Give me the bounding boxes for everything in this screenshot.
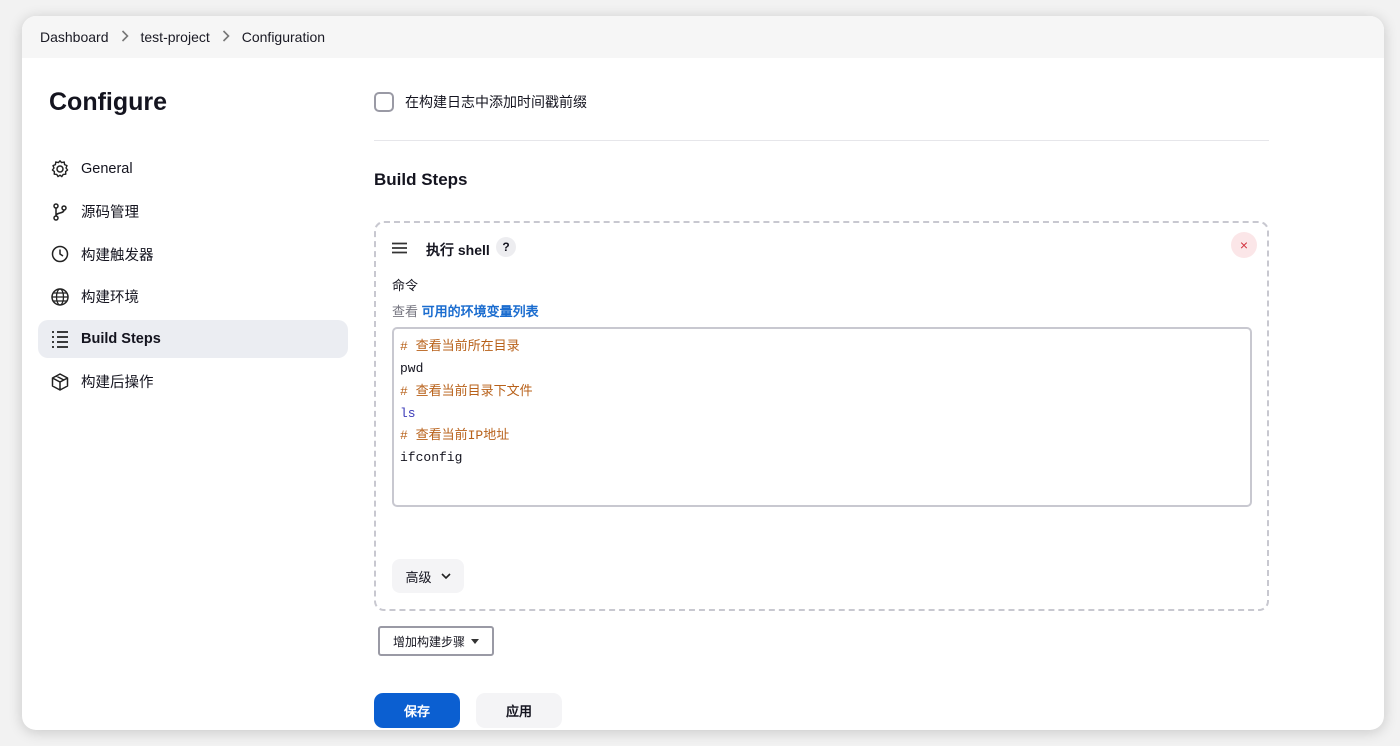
timer-icon bbox=[50, 244, 70, 264]
delete-step-button[interactable]: × bbox=[1231, 232, 1257, 258]
sidebar-item-general[interactable]: General bbox=[38, 150, 348, 188]
step-title: 执行 shell bbox=[426, 242, 490, 258]
sidebar-item-build-steps[interactable]: Build Steps bbox=[38, 320, 348, 358]
bottom-action-bar: 保存 应用 bbox=[374, 680, 1274, 730]
code-line: ifconfig bbox=[400, 450, 463, 466]
advanced-button[interactable]: 高级 bbox=[392, 559, 464, 593]
add-build-step-label: 增加构建步骤 bbox=[392, 634, 465, 649]
section-divider bbox=[374, 140, 1269, 141]
env-vars-prefix: 查看 bbox=[392, 304, 419, 319]
sidebar-item-label: Build Steps bbox=[81, 331, 161, 347]
package-icon bbox=[50, 372, 70, 392]
breadcrumb-configuration[interactable]: Configuration bbox=[242, 29, 325, 45]
git-branch-icon bbox=[50, 202, 70, 222]
timestamp-checkbox[interactable] bbox=[374, 92, 394, 112]
command-label: 命令 bbox=[392, 278, 419, 293]
save-button[interactable]: 保存 bbox=[374, 693, 460, 728]
code-line: # 查看当前目录下文件 bbox=[400, 383, 533, 399]
env-vars-hint: 查看 可用的环境变量列表 bbox=[392, 301, 539, 320]
gear-icon bbox=[50, 159, 70, 179]
breadcrumb: Dashboard test-project Configuration bbox=[22, 16, 1384, 58]
chevron-down-icon bbox=[440, 572, 451, 580]
help-icon[interactable]: ? bbox=[496, 237, 516, 257]
code-line: # 查看当前IP地址 bbox=[400, 428, 510, 444]
main-content: 在构建日志中添加时间戳前缀 Build Steps 执行 shell ? × 命… bbox=[374, 58, 1274, 730]
env-vars-link[interactable]: 可用的环境变量列表 bbox=[422, 304, 539, 319]
chevron-right-icon bbox=[121, 29, 129, 45]
timestamp-option: 在构建日志中添加时间戳前缀 bbox=[374, 92, 587, 112]
add-build-step-button[interactable]: 增加构建步骤 bbox=[378, 626, 494, 656]
breadcrumb-dashboard[interactable]: Dashboard bbox=[40, 29, 109, 45]
sidebar-item-source-control[interactable]: 源码管理 bbox=[38, 193, 348, 231]
globe-icon bbox=[50, 287, 70, 307]
chevron-right-icon bbox=[222, 29, 230, 45]
shell-command-textarea[interactable]: # 查看当前所在目录 pwd # 查看当前目录下文件 ls # 查看当前IP地址… bbox=[392, 327, 1252, 507]
build-steps-heading: Build Steps bbox=[374, 170, 468, 189]
sidebar-item-label: 构建环境 bbox=[81, 290, 139, 306]
list-icon bbox=[50, 329, 70, 349]
timestamp-checkbox-label: 在构建日志中添加时间戳前缀 bbox=[405, 94, 587, 110]
code-line: # 查看当前所在目录 bbox=[400, 339, 520, 354]
page-title: Configure bbox=[49, 88, 168, 116]
sidebar-item-build-triggers[interactable]: 构建触发器 bbox=[38, 235, 348, 273]
sidebar-item-label: 构建后操作 bbox=[81, 375, 154, 391]
advanced-label: 高级 bbox=[405, 569, 432, 585]
caret-down-icon bbox=[471, 638, 479, 644]
browser-window: Dashboard test-project Configuration Con… bbox=[22, 16, 1384, 730]
sidebar-item-label: 源码管理 bbox=[81, 205, 139, 221]
code-line: pwd bbox=[400, 361, 424, 377]
sidebar-item-post-build[interactable]: 构建后操作 bbox=[38, 363, 348, 401]
sidebar-item-label: 构建触发器 bbox=[81, 247, 154, 264]
shell-step-card: 执行 shell ? × 命令 查看 可用的环境变量列表 # 查看当前所在目录 … bbox=[374, 221, 1269, 611]
sidebar-nav: General 源码管理 构建触发器 构建环境 Build Steps 构建后操… bbox=[38, 150, 348, 401]
sidebar-item-build-environment[interactable]: 构建环境 bbox=[38, 278, 348, 316]
breadcrumb-project[interactable]: test-project bbox=[141, 29, 210, 45]
apply-button[interactable]: 应用 bbox=[476, 693, 562, 728]
sidebar-item-label: General bbox=[81, 161, 133, 177]
drag-handle-icon[interactable] bbox=[392, 241, 408, 259]
sidebar: Configure General 源码管理 构建触发器 构建环境 Build … bbox=[38, 76, 348, 405]
code-line: ls bbox=[400, 405, 416, 421]
